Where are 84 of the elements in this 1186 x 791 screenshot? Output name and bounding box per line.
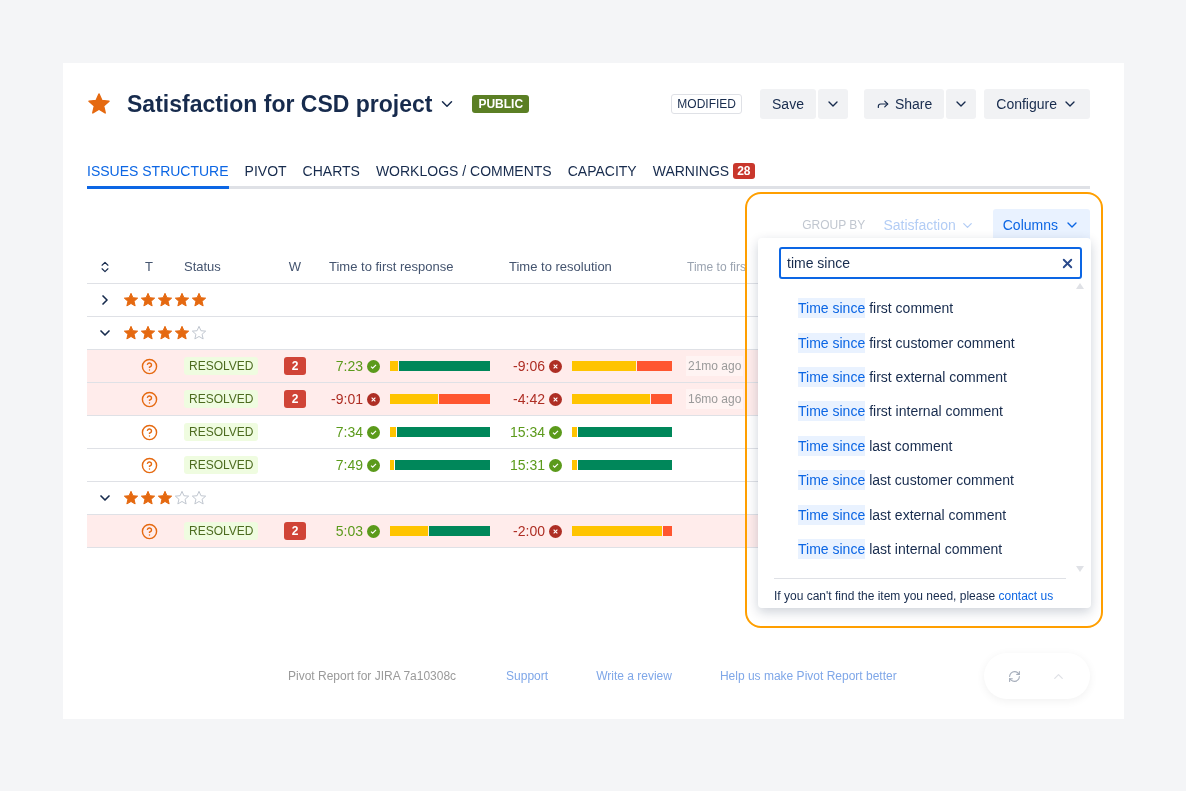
time-value: -2:00 bbox=[512, 523, 545, 539]
star-icon bbox=[174, 292, 190, 308]
column-option[interactable]: Time since first customer comment bbox=[774, 325, 1072, 360]
warning-badge: 2 bbox=[283, 390, 307, 408]
question-icon bbox=[140, 423, 158, 441]
column-header: Time to resolution bbox=[508, 259, 613, 274]
question-icon bbox=[140, 390, 158, 408]
star-icon bbox=[174, 325, 190, 341]
time-since-text: 21mo ago bbox=[686, 356, 744, 376]
issue-row[interactable]: RESOLVED 2 7:23 -9:06 21mo ago bbox=[87, 350, 758, 383]
star-icon bbox=[191, 292, 207, 308]
share-options-button[interactable] bbox=[946, 89, 977, 119]
column-option[interactable]: Time since first internal comment bbox=[774, 394, 1072, 429]
group-by-label: GROUP BY bbox=[802, 218, 866, 232]
question-icon bbox=[140, 357, 158, 375]
status-badge: RESOLVED bbox=[184, 390, 259, 408]
columns-button[interactable]: Columns bbox=[992, 209, 1090, 241]
column-option[interactable]: Time since last external comment bbox=[774, 497, 1072, 532]
star-icon[interactable] bbox=[87, 92, 111, 116]
configure-button[interactable]: Configure bbox=[984, 89, 1090, 119]
help-note: If you can't find the item you need, please contact us bbox=[774, 578, 1066, 604]
version-text: Pivot Report for JIRA 7a10308c bbox=[288, 669, 457, 683]
column-header: Time to firs bbox=[686, 259, 747, 274]
time-value: -9:06 bbox=[512, 358, 545, 374]
time-value: 7:49 bbox=[334, 457, 363, 473]
time-value: 5:03 bbox=[334, 523, 363, 539]
time-value: 15:31 bbox=[509, 457, 545, 473]
report-title: Satisfaction for CSD project bbox=[127, 90, 433, 118]
column-header: W bbox=[287, 259, 303, 274]
tab[interactable]: PIVOT bbox=[244, 157, 287, 189]
share-icon bbox=[875, 97, 890, 111]
time-value: 7:23 bbox=[334, 358, 363, 374]
star-icon bbox=[123, 325, 139, 341]
time-value: 7:34 bbox=[334, 424, 363, 440]
column-header: Status bbox=[183, 259, 222, 274]
star-outline-icon bbox=[191, 325, 207, 341]
warning-badge: 2 bbox=[283, 522, 307, 540]
tab[interactable]: ISSUES STRUCTURE bbox=[87, 157, 229, 189]
tab[interactable]: CAPACITY bbox=[567, 157, 637, 189]
tab[interactable]: WORKLOGS / COMMENTS bbox=[375, 157, 552, 189]
time-since-text: 16mo ago bbox=[686, 389, 744, 409]
column-option[interactable]: Time since first external comment bbox=[774, 359, 1072, 395]
status-badge: RESOLVED bbox=[184, 423, 259, 441]
star-icon bbox=[140, 292, 156, 308]
star-icon bbox=[157, 325, 173, 341]
column-header: T bbox=[144, 259, 154, 274]
save-options-button[interactable] bbox=[817, 89, 848, 119]
column-option[interactable]: Time since last comment bbox=[774, 428, 1072, 463]
visibility-badge: PUBLIC bbox=[472, 95, 530, 113]
column-header: Time to first response bbox=[328, 259, 455, 274]
issue-row[interactable]: RESOLVED 2 -9:01 -4:42 16mo ago bbox=[87, 383, 758, 416]
time-value: -9:01 bbox=[330, 391, 363, 407]
column-option[interactable]: Time since last customer comment bbox=[774, 462, 1072, 498]
star-icon bbox=[157, 490, 173, 506]
save-button[interactable]: Save bbox=[760, 89, 816, 119]
search-field[interactable]: time since bbox=[779, 247, 1082, 279]
issue-row[interactable]: RESOLVED 7:34 15:34 bbox=[87, 416, 758, 449]
question-icon bbox=[140, 456, 158, 474]
time-value: -4:42 bbox=[512, 391, 545, 407]
issue-row[interactable]: RESOLVED 2 5:03 -2:00 bbox=[87, 515, 758, 548]
star-outline-icon bbox=[191, 490, 207, 506]
tab[interactable]: CHARTS bbox=[302, 157, 360, 189]
star-icon bbox=[123, 292, 139, 308]
clear-icon[interactable] bbox=[1060, 256, 1075, 271]
contact-link[interactable]: contact us bbox=[998, 589, 1054, 604]
status-badge: RESOLVED bbox=[184, 522, 259, 540]
refresh-icon[interactable] bbox=[1008, 669, 1021, 683]
star-icon bbox=[140, 325, 156, 341]
share-button[interactable]: Share bbox=[863, 89, 945, 119]
star-icon bbox=[140, 490, 156, 506]
star-outline-icon bbox=[174, 490, 190, 506]
warning-badge: 2 bbox=[283, 357, 307, 375]
column-option[interactable]: Time since last internal comment bbox=[774, 531, 1072, 567]
tab[interactable]: WARNINGS 28 bbox=[652, 157, 755, 189]
modified-badge: MODIFIED bbox=[671, 94, 742, 114]
star-icon bbox=[157, 292, 173, 308]
status-badge: RESOLVED bbox=[184, 357, 259, 375]
time-value: 15:34 bbox=[509, 424, 545, 440]
star-icon bbox=[123, 490, 139, 506]
column-option[interactable]: Time since first comment bbox=[774, 291, 1072, 326]
issue-row[interactable]: RESOLVED 7:49 15:31 bbox=[87, 449, 758, 482]
status-badge: RESOLVED bbox=[184, 456, 259, 474]
count-badge: 28 bbox=[733, 163, 755, 179]
question-icon bbox=[140, 522, 158, 540]
